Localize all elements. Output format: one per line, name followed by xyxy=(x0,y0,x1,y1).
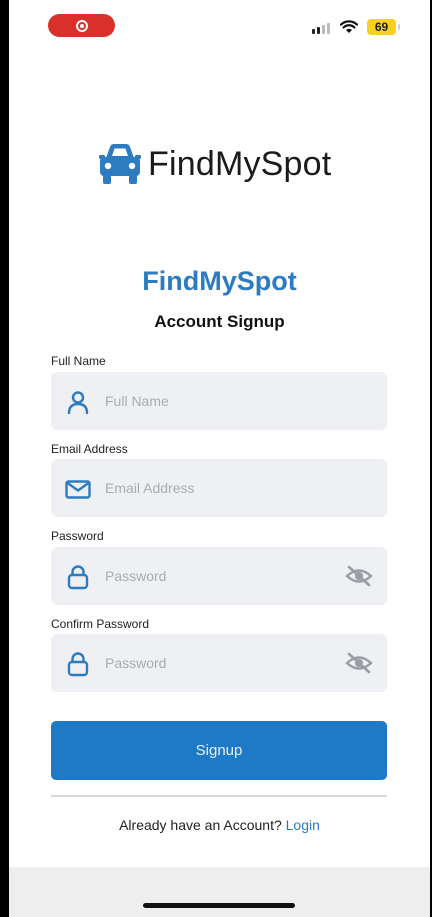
confirm-password-label: Confirm Password xyxy=(51,617,150,631)
app-logo: FindMySpot xyxy=(97,140,331,188)
login-link[interactable]: Login xyxy=(286,817,320,833)
email-input[interactable] xyxy=(105,459,325,517)
password-label: Password xyxy=(51,529,104,543)
confirm-password-field[interactable] xyxy=(51,634,387,692)
divider xyxy=(51,795,387,797)
battery-indicator: 69 xyxy=(367,19,400,35)
home-indicator[interactable] xyxy=(143,903,295,908)
email-field[interactable] xyxy=(51,459,387,517)
record-icon xyxy=(75,19,88,32)
lock-icon xyxy=(67,565,89,590)
battery-level: 69 xyxy=(374,20,389,34)
envelope-icon xyxy=(65,480,91,499)
person-icon xyxy=(67,391,89,415)
page-title: FindMySpot xyxy=(142,266,297,296)
car-icon xyxy=(99,144,141,184)
login-prompt-text: Already have an Account? xyxy=(119,817,282,833)
full-name-field[interactable] xyxy=(51,372,387,430)
lock-icon xyxy=(67,652,89,677)
confirm-password-input[interactable] xyxy=(105,634,325,692)
full-name-label: Full Name xyxy=(51,354,106,368)
bottom-area xyxy=(9,867,430,917)
eye-off-icon[interactable] xyxy=(345,565,373,587)
status-bar: 69 xyxy=(9,0,430,50)
full-name-input[interactable] xyxy=(105,372,325,430)
eye-off-icon[interactable] xyxy=(345,652,373,674)
login-prompt-row: Already have an Account? Login xyxy=(9,817,430,833)
screen-recording-indicator[interactable] xyxy=(48,14,115,37)
email-label: Email Address xyxy=(51,442,128,456)
logo-text: FindMySpot xyxy=(148,144,332,183)
wifi-icon xyxy=(340,20,358,33)
page-subtitle: Account Signup xyxy=(154,312,285,331)
signup-button[interactable]: Signup xyxy=(51,721,387,780)
password-input[interactable] xyxy=(105,547,325,605)
password-field[interactable] xyxy=(51,547,387,605)
cellular-signal-icon xyxy=(312,23,330,34)
signup-screen: 69 FindMySpot FindMySpot Account Signup … xyxy=(9,0,430,917)
